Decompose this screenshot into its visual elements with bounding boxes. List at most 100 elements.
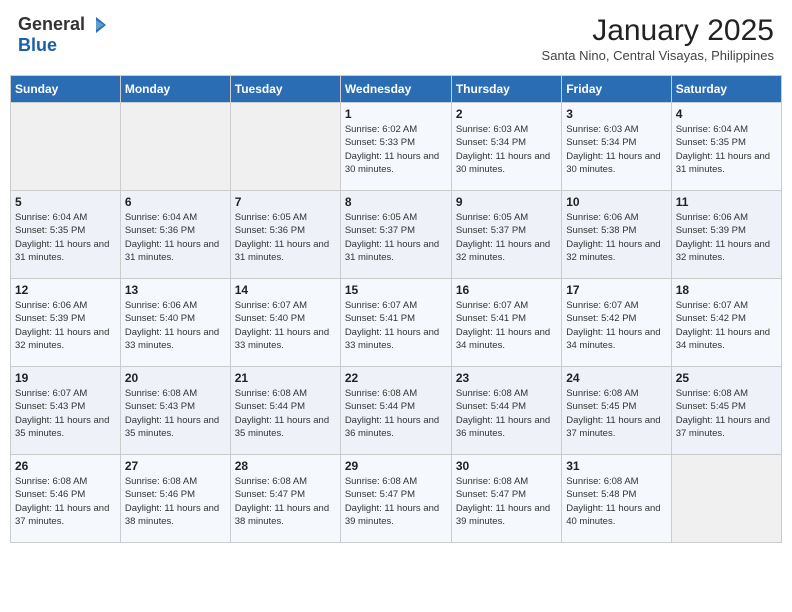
calendar-cell: 20 Sunrise: 6:08 AMSunset: 5:43 PMDayligh… [120, 367, 230, 455]
day-info: Sunrise: 6:07 AMSunset: 5:42 PMDaylight:… [566, 299, 666, 352]
day-info: Sunrise: 6:08 AMSunset: 5:47 PMDaylight:… [456, 475, 557, 528]
calendar-cell: 14Sunrise: 6:07 AMSunset: 5:40 PMDayligh… [230, 279, 340, 367]
day-number: 31 [566, 459, 666, 473]
day-number: 13 [125, 283, 226, 297]
day-number: 18 [676, 283, 777, 297]
day-info: Sunrise: 6:08 AMSunset: 5:48 PMDaylight:… [566, 475, 666, 528]
calendar-cell [230, 103, 340, 191]
day-info: Sunrise: 6:08 AMSunset: 5:45 PMDaylight:… [676, 387, 777, 440]
day-number: 15 [345, 283, 447, 297]
calendar-cell: 11 Sunrise: 6:06 AMSunset: 5:39 PMDayligh… [671, 191, 781, 279]
day-number: 25 [676, 371, 777, 385]
day-info: Sunrise: 6:05 AMSunset: 5:36 PMDaylight:… [235, 211, 336, 264]
weekday-header-thursday: Thursday [451, 76, 561, 103]
logo-flag-icon [86, 16, 106, 34]
calendar-table: SundayMondayTuesdayWednesdayThursdayFrid… [10, 75, 782, 543]
calendar-cell: 26 Sunrise: 6:08 AMSunset: 5:46 PMDayligh… [11, 455, 121, 543]
calendar-cell: 13 Sunrise: 6:06 AMSunset: 5:40 PMDayligh… [120, 279, 230, 367]
day-number: 12 [15, 283, 116, 297]
day-number: 22 [345, 371, 447, 385]
logo: General Blue [18, 14, 107, 56]
day-number: 4 [676, 107, 777, 121]
day-number: 26 [15, 459, 116, 473]
logo-general: General [18, 14, 85, 35]
week-row-4: 19 Sunrise: 6:07 AMSunset: 5:43 PMDayligh… [11, 367, 782, 455]
calendar-cell: 8Sunrise: 6:05 AMSunset: 5:37 PMDaylight… [340, 191, 451, 279]
day-info: Sunrise: 6:04 AMSunset: 5:35 PMDaylight:… [676, 123, 777, 176]
calendar-cell: 29 Sunrise: 6:08 AMSunset: 5:47 PMDayligh… [340, 455, 451, 543]
day-number: 29 [345, 459, 447, 473]
day-info: Sunrise: 6:08 AMSunset: 5:46 PMDaylight:… [125, 475, 226, 528]
day-info: Sunrise: 6:07 AMSunset: 5:43 PMDaylight:… [15, 387, 116, 440]
calendar-cell: 18 Sunrise: 6:07 AMSunset: 5:42 PMDayligh… [671, 279, 781, 367]
weekday-header-wednesday: Wednesday [340, 76, 451, 103]
calendar-cell: 5Sunrise: 6:04 AMSunset: 5:35 PMDaylight… [11, 191, 121, 279]
weekday-header-row: SundayMondayTuesdayWednesdayThursdayFrid… [11, 76, 782, 103]
calendar-cell: 16 Sunrise: 6:07 AMSunset: 5:41 PMDayligh… [451, 279, 561, 367]
day-info: Sunrise: 6:08 AMSunset: 5:47 PMDaylight:… [345, 475, 447, 528]
day-info: Sunrise: 6:08 AMSunset: 5:45 PMDaylight:… [566, 387, 666, 440]
day-info: Sunrise: 6:08 AMSunset: 5:43 PMDaylight:… [125, 387, 226, 440]
day-number: 24 [566, 371, 666, 385]
week-row-3: 12 Sunrise: 6:06 AMSunset: 5:39 PMDayligh… [11, 279, 782, 367]
calendar-cell: 2 Sunrise: 6:03 AMSunset: 5:34 PMDaylight… [451, 103, 561, 191]
day-number: 5 [15, 195, 116, 209]
day-number: 19 [15, 371, 116, 385]
calendar-cell: 24 Sunrise: 6:08 AMSunset: 5:45 PMDayligh… [562, 367, 671, 455]
day-info: Sunrise: 6:08 AMSunset: 5:44 PMDaylight:… [345, 387, 447, 440]
day-info: Sunrise: 6:04 AMSunset: 5:36 PMDaylight:… [125, 211, 226, 264]
day-info: Sunrise: 6:06 AMSunset: 5:39 PMDaylight:… [676, 211, 777, 264]
day-info: Sunrise: 6:07 AMSunset: 5:42 PMDaylight:… [676, 299, 777, 352]
day-info: Sunrise: 6:06 AMSunset: 5:40 PMDaylight:… [125, 299, 226, 352]
calendar-cell: 23 Sunrise: 6:08 AMSunset: 5:44 PMDayligh… [451, 367, 561, 455]
day-number: 7 [235, 195, 336, 209]
calendar-cell: 19 Sunrise: 6:07 AMSunset: 5:43 PMDayligh… [11, 367, 121, 455]
calendar-cell [120, 103, 230, 191]
calendar-cell: 6 Sunrise: 6:04 AMSunset: 5:36 PMDaylight… [120, 191, 230, 279]
day-info: Sunrise: 6:03 AMSunset: 5:34 PMDaylight:… [456, 123, 557, 176]
day-info: Sunrise: 6:06 AMSunset: 5:39 PMDaylight:… [15, 299, 116, 352]
day-number: 6 [125, 195, 226, 209]
calendar-cell: 3Sunrise: 6:03 AMSunset: 5:34 PMDaylight… [562, 103, 671, 191]
calendar-cell: 10Sunrise: 6:06 AMSunset: 5:38 PMDayligh… [562, 191, 671, 279]
calendar-cell: 9 Sunrise: 6:05 AMSunset: 5:37 PMDaylight… [451, 191, 561, 279]
calendar-cell: 17 Sunrise: 6:07 AMSunset: 5:42 PMDayligh… [562, 279, 671, 367]
day-info: Sunrise: 6:02 AMSunset: 5:33 PMDaylight:… [345, 123, 447, 176]
day-number: 30 [456, 459, 557, 473]
calendar-cell: 27 Sunrise: 6:08 AMSunset: 5:46 PMDayligh… [120, 455, 230, 543]
day-number: 27 [125, 459, 226, 473]
day-number: 2 [456, 107, 557, 121]
logo-blue: Blue [18, 35, 57, 56]
day-info: Sunrise: 6:07 AMSunset: 5:41 PMDaylight:… [345, 299, 447, 352]
calendar-cell: 21Sunrise: 6:08 AMSunset: 5:44 PMDayligh… [230, 367, 340, 455]
day-number: 17 [566, 283, 666, 297]
day-number: 1 [345, 107, 447, 121]
day-number: 21 [235, 371, 336, 385]
day-info: Sunrise: 6:08 AMSunset: 5:44 PMDaylight:… [456, 387, 557, 440]
day-number: 8 [345, 195, 447, 209]
calendar-cell: 31 Sunrise: 6:08 AMSunset: 5:48 PMDayligh… [562, 455, 671, 543]
day-info: Sunrise: 6:03 AMSunset: 5:34 PMDaylight:… [566, 123, 666, 176]
day-info: Sunrise: 6:08 AMSunset: 5:47 PMDaylight:… [235, 475, 336, 528]
day-number: 28 [235, 459, 336, 473]
calendar-cell: 4 Sunrise: 6:04 AMSunset: 5:35 PMDaylight… [671, 103, 781, 191]
calendar-cell: 30 Sunrise: 6:08 AMSunset: 5:47 PMDayligh… [451, 455, 561, 543]
day-number: 16 [456, 283, 557, 297]
day-number: 23 [456, 371, 557, 385]
calendar-cell: 25 Sunrise: 6:08 AMSunset: 5:45 PMDayligh… [671, 367, 781, 455]
day-info: Sunrise: 6:08 AMSunset: 5:46 PMDaylight:… [15, 475, 116, 528]
weekday-header-saturday: Saturday [671, 76, 781, 103]
day-number: 11 [676, 195, 777, 209]
calendar-cell: 15 Sunrise: 6:07 AMSunset: 5:41 PMDayligh… [340, 279, 451, 367]
day-info: Sunrise: 6:05 AMSunset: 5:37 PMDaylight:… [456, 211, 557, 264]
header: General Blue January 2025 Santa Nino, Ce… [10, 10, 782, 67]
weekday-header-sunday: Sunday [11, 76, 121, 103]
day-number: 20 [125, 371, 226, 385]
calendar-cell: 12 Sunrise: 6:06 AMSunset: 5:39 PMDayligh… [11, 279, 121, 367]
location-subtitle: Santa Nino, Central Visayas, Philippines [542, 48, 774, 63]
title-area: January 2025 Santa Nino, Central Visayas… [542, 14, 774, 63]
day-info: Sunrise: 6:07 AMSunset: 5:41 PMDaylight:… [456, 299, 557, 352]
day-number: 9 [456, 195, 557, 209]
day-info: Sunrise: 6:06 AMSunset: 5:38 PMDaylight:… [566, 211, 666, 264]
calendar-cell [11, 103, 121, 191]
